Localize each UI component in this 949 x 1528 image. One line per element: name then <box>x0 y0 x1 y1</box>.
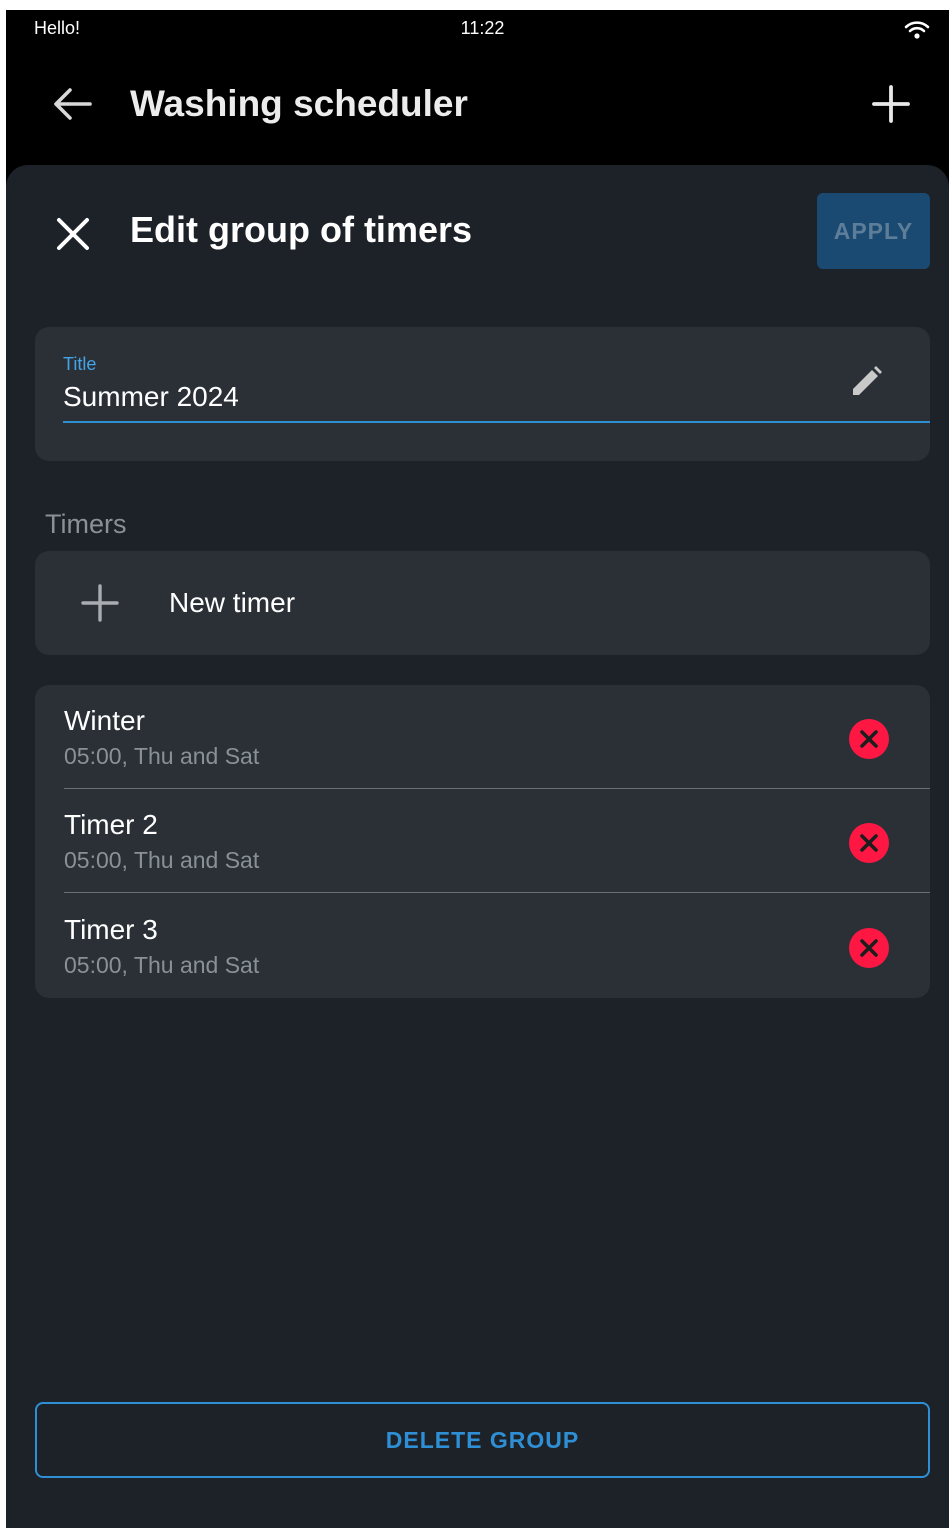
timer-name: Winter <box>64 705 145 736</box>
title-field-label: Title <box>63 354 97 374</box>
timer-schedule: 05:00, Thu and Sat <box>64 743 260 769</box>
wifi-icon <box>904 21 930 39</box>
timer-name: Timer 2 <box>64 809 158 840</box>
close-icon[interactable] <box>52 213 94 255</box>
timer-schedule: 05:00, Thu and Sat <box>64 847 260 873</box>
remove-circle-icon[interactable] <box>848 927 890 969</box>
row-divider <box>64 892 930 893</box>
timers-section-label: Timers <box>45 509 127 539</box>
sheet-title: Edit group of timers <box>130 209 472 250</box>
plus-icon <box>81 584 119 622</box>
remove-circle-icon[interactable] <box>848 822 890 864</box>
title-field-underline <box>63 421 930 423</box>
timer-row[interactable]: Timer 3 05:00, Thu and Sat <box>35 894 930 998</box>
new-timer-button[interactable]: New timer <box>35 551 930 655</box>
apply-button[interactable]: APPLY <box>817 193 930 269</box>
status-bar: Hello! 11:22 <box>6 10 949 46</box>
app-bar: Washing scheduler <box>6 66 949 146</box>
delete-group-button[interactable]: DELETE GROUP <box>35 1402 930 1478</box>
app-title: Washing scheduler <box>130 83 468 124</box>
status-time: 11:22 <box>460 18 505 38</box>
timer-row[interactable]: Timer 2 05:00, Thu and Sat <box>35 789 930 893</box>
title-field-input[interactable]: Summer 2024 <box>63 381 239 413</box>
title-field-card: Title Summer 2024 <box>35 327 930 461</box>
remove-circle-icon[interactable] <box>848 718 890 760</box>
new-timer-label: New timer <box>169 587 296 618</box>
timer-row[interactable]: Winter 05:00, Thu and Sat <box>35 685 930 789</box>
arrow-left-icon[interactable] <box>50 82 94 126</box>
timer-schedule: 05:00, Thu and Sat <box>64 952 260 978</box>
timers-list: Winter 05:00, Thu and Sat Timer 2 05:00,… <box>35 685 930 998</box>
plus-icon[interactable] <box>870 83 912 125</box>
pencil-icon[interactable] <box>848 364 884 400</box>
device-screen: Hello! 11:22 Washing scheduler Edit grou… <box>6 10 949 1528</box>
edit-group-sheet: Edit group of timers APPLY Title Summer … <box>6 165 949 1528</box>
timer-name: Timer 3 <box>64 914 158 945</box>
